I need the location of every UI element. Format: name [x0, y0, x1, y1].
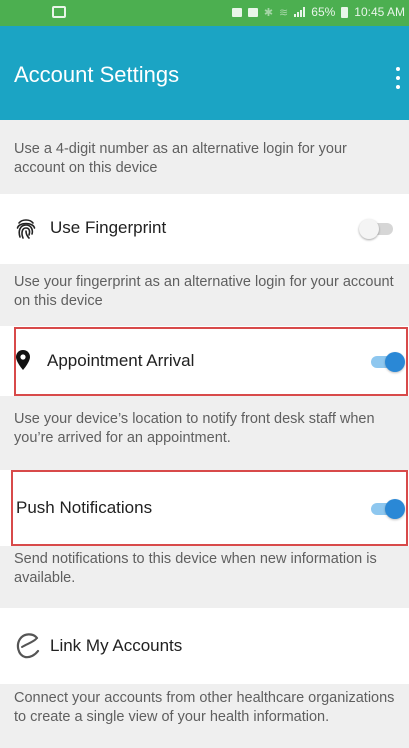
toggle-thumb	[385, 499, 405, 519]
notification-icon	[52, 6, 66, 18]
pin-description: Use a 4-digit number as an alternative l…	[0, 120, 409, 194]
signal-icon	[294, 7, 306, 17]
link-accounts-label: Link My Accounts	[50, 636, 183, 655]
app-bar: Account Settings	[0, 26, 409, 120]
status-time: 10:45 AM	[354, 5, 405, 19]
appointment-arrival-toggle[interactable]	[369, 351, 405, 373]
screenshot-icon	[247, 7, 258, 17]
toggle-thumb	[385, 352, 405, 372]
push-notifications-description: Send notifications to this device when n…	[0, 546, 409, 608]
status-indicators: ✱ ≋ 65% 10:45 AM	[231, 5, 405, 19]
link-accounts-row[interactable]: Link My Accounts	[0, 608, 409, 684]
status-bar: ✱ ≋ 65% 10:45 AM	[0, 0, 409, 26]
battery-percent: 65%	[311, 5, 336, 19]
appointment-arrival-label: Appointment Arrival	[47, 351, 195, 370]
wifi-icon: ≋	[279, 6, 289, 19]
push-notifications-row[interactable]: Push Notifications	[0, 470, 409, 546]
more-vert-icon[interactable]	[393, 67, 403, 89]
link-accounts-description: Connect your accounts from other healthc…	[0, 684, 409, 748]
push-notifications-toggle[interactable]	[369, 498, 405, 520]
page-title: Account Settings	[14, 62, 180, 87]
battery-icon	[341, 6, 349, 18]
appointment-arrival-row[interactable]: Appointment Arrival	[0, 326, 409, 396]
toggle-thumb	[359, 219, 379, 239]
fingerprint-label: Use Fingerprint	[50, 218, 167, 237]
alarm-icon	[231, 7, 242, 17]
fingerprint-row[interactable]: Use Fingerprint	[0, 194, 409, 264]
push-notifications-label: Push Notifications	[16, 498, 153, 517]
bluetooth-icon: ✱	[263, 6, 274, 19]
fingerprint-icon	[16, 219, 36, 239]
fingerprint-description: Use your fingerprint as an alternative l…	[0, 264, 409, 326]
location-pin-icon	[16, 350, 30, 370]
fingerprint-toggle[interactable]	[359, 218, 395, 240]
e-logo-icon	[16, 633, 40, 659]
appointment-arrival-description: Use your device’s location to notify fro…	[0, 396, 409, 470]
